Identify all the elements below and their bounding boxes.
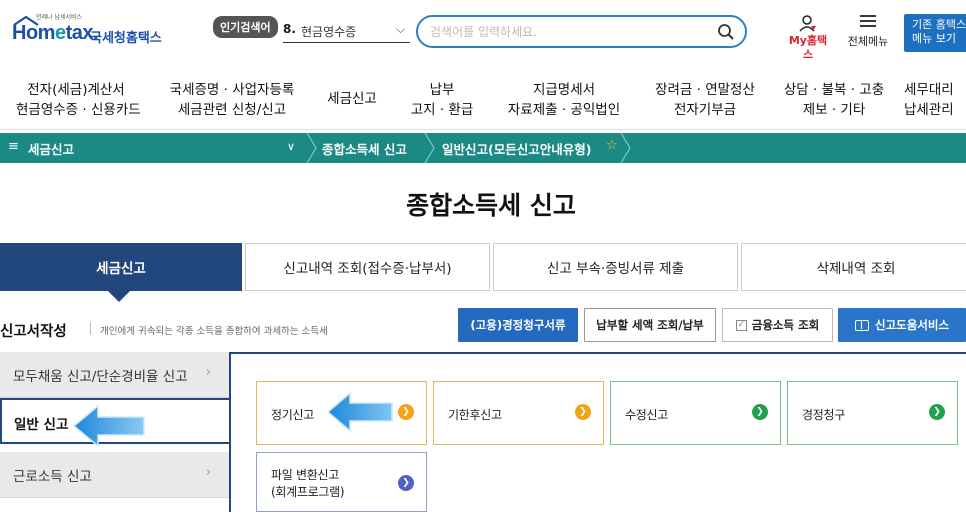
nav-label: 상담 · 불복 · 고충 xyxy=(783,82,885,98)
card-label: 정기신고 xyxy=(271,408,314,422)
section-description: 개인에게 귀속되는 각종 소득을 종합하여 과세하는 소득세 xyxy=(100,326,328,337)
nav-certificates[interactable]: 국세증명 · 사업자등록 세금관련 신청/신고 xyxy=(167,80,297,120)
popular-search-underline xyxy=(283,42,410,43)
nav-incentive[interactable]: 장려금 · 연말정산 전자기부금 xyxy=(646,80,764,120)
breadcrumb-separator-icon xyxy=(424,133,435,163)
popular-search-rank: 8. xyxy=(283,22,296,36)
main-nav: 전자(세금)계산서 현금영수증 · 신용카드 국세증명 · 사업자등록 세금관련… xyxy=(0,72,966,130)
late-filing-card[interactable]: 기한후신고 ❯ xyxy=(433,381,604,445)
old-menu-line2: 메뉴 보기 xyxy=(912,32,956,45)
breadcrumb-root[interactable]: 세금신고 xyxy=(28,139,74,158)
chevron-right-icon: › xyxy=(205,465,211,480)
card-label-line2: (회계프로그램) xyxy=(271,485,345,499)
favorite-star-icon[interactable]: ☆ xyxy=(606,138,618,153)
nav-sublabel: 납세관리 xyxy=(904,102,954,118)
search-box xyxy=(416,15,747,48)
hamburger-menu-icon xyxy=(860,15,876,27)
tab-deleted-history[interactable]: 삭제내역 조회 xyxy=(741,243,966,291)
nav-e-invoice[interactable]: 전자(세금)계산서 현금영수증 · 신용카드 xyxy=(16,80,141,120)
nav-sublabel: 현금영수증 · 신용카드 xyxy=(16,102,141,118)
tab-tax-filing[interactable]: 세금신고 xyxy=(0,243,242,291)
card-label: 기한후신고 xyxy=(448,408,502,422)
arrow-right-icon: ❯ xyxy=(752,404,768,420)
search-input[interactable] xyxy=(430,23,700,41)
chevron-right-icon: › xyxy=(205,365,211,380)
card-label-line1: 파일 변환신고 xyxy=(271,468,339,482)
popular-search-term[interactable]: 현금영수증 xyxy=(301,23,356,40)
header: 언제나 납세서비스 Hometax. 국세청홈택스 인기검색어 8. 현금영수증… xyxy=(0,0,966,66)
filing-help-label: 신고도움서비스 xyxy=(874,318,950,332)
side-item-prefilled[interactable]: 모두채움 신고/단순경비율 신고 › xyxy=(0,352,229,398)
nav-consulting[interactable]: 상담 · 불복 · 고충 제보 · 기타 xyxy=(780,80,888,120)
card-label: 수정신고 xyxy=(625,408,668,422)
hometax-logo[interactable]: 언제나 납세서비스 Hometax. 국세청홈택스 xyxy=(6,12,176,52)
side-item-label: 근로소득 신고 xyxy=(13,469,92,485)
nav-label: 납부 xyxy=(429,82,455,98)
tab-attachments[interactable]: 신고 부속·증빙서류 제출 xyxy=(493,243,738,291)
checkbox-icon: ✓ xyxy=(735,319,747,331)
tab-filing-history[interactable]: 신고내역 조회(접수증·납부서) xyxy=(245,243,490,291)
nav-sublabel: 세금관련 신청/신고 xyxy=(177,102,287,118)
callout-arrow-icon xyxy=(72,404,145,448)
active-tab-pointer xyxy=(108,291,130,302)
amended-filing-card[interactable]: 수정신고 ❯ xyxy=(610,381,781,445)
old-hometax-menu-button[interactable]: 기존 홈택스 메뉴 보기 xyxy=(904,14,966,52)
tab-bar: 세금신고 신고내역 조회(접수증·납부서) 신고 부속·증빙서류 제출 삭제내역… xyxy=(0,243,966,291)
nav-payment[interactable]: 납부 고지 · 환급 xyxy=(404,80,480,120)
breadcrumb-separator-icon xyxy=(306,133,317,163)
my-hometax-label: My홈택스 xyxy=(788,34,828,61)
refund-documents-button[interactable]: (고용)경정청구서류 xyxy=(458,308,578,342)
all-menu-button[interactable]: 전체메뉴 xyxy=(843,14,893,54)
breadcrumb-current: 일반신고(모든신고안내유형) xyxy=(442,142,592,157)
financial-income-label: 금융소득 조회 xyxy=(751,318,820,332)
page-title: 종합소득세 신고 xyxy=(406,191,576,220)
nav-label: 지급명세서 xyxy=(532,82,596,98)
tax-due-button[interactable]: 납부할 세액 조회/납부 xyxy=(584,308,716,342)
nav-sublabel: 고지 · 환급 xyxy=(410,102,474,118)
nav-label: 장려금 · 연말정산 xyxy=(655,82,755,98)
nav-tax-agent[interactable]: 세무대리 납세관리 xyxy=(904,80,966,120)
financial-income-button[interactable]: ✓ 금융소득 조회 xyxy=(722,308,833,342)
nav-sublabel: 자료제출 · 공익법인 xyxy=(507,102,621,118)
nav-sublabel: 제보 · 기타 xyxy=(802,102,866,118)
file-conversion-card[interactable]: 파일 변환신고 (회계프로그램) ❯ xyxy=(256,452,427,512)
nav-payment-statement[interactable]: 지급명세서 자료제출 · 공익법인 xyxy=(505,80,623,120)
my-hometax-button[interactable]: My홈택스 xyxy=(785,14,831,64)
filing-help-button[interactable]: 신고도움서비스 xyxy=(838,308,966,342)
breadcrumb: ≡ 세금신고 ∨ 종합소득세 신고 일반신고(모든신고안내유형) ☆ xyxy=(0,133,966,163)
breadcrumb-mid[interactable]: 종합소득세 신고 xyxy=(322,139,407,158)
card-label: 경정청구 xyxy=(802,408,845,422)
nav-label: 국세증명 · 사업자등록 xyxy=(169,82,295,98)
nav-label: 세무대리 xyxy=(904,82,954,98)
logo-tagline: 언제나 납세서비스 xyxy=(36,14,83,21)
arrow-right-icon: ❯ xyxy=(398,404,414,420)
arrow-right-icon: ❯ xyxy=(575,404,591,420)
book-icon xyxy=(854,319,869,331)
nav-label: 세금신고 xyxy=(327,91,377,107)
correction-claim-card[interactable]: 경정청구 ❯ xyxy=(787,381,958,445)
chevron-down-icon[interactable]: ∨ xyxy=(287,140,295,153)
breadcrumb-separator-icon xyxy=(620,133,631,163)
arrow-right-icon: ❯ xyxy=(398,475,414,491)
all-menu-label: 전체메뉴 xyxy=(847,35,889,48)
search-icon[interactable] xyxy=(717,23,735,41)
popular-search-badge: 인기검색어 xyxy=(213,16,278,38)
chevron-down-icon[interactable]: ⌵ xyxy=(396,22,405,37)
nav-label: 전자(세금)계산서 xyxy=(27,82,125,98)
side-item-label: 모두채움 신고/단순경비율 신고 xyxy=(13,369,188,385)
user-icon xyxy=(799,15,816,32)
logo-korean-name: 국세청홈택스 xyxy=(90,31,162,46)
arrow-right-icon: ❯ xyxy=(929,404,945,420)
old-menu-line1: 기존 홈택스 xyxy=(912,18,966,31)
menu-icon[interactable]: ≡ xyxy=(8,139,19,154)
section-title: 신고서작성 xyxy=(0,324,67,340)
callout-arrow-icon xyxy=(326,391,393,433)
side-item-label: 일반 신고 xyxy=(14,417,69,433)
side-item-earned-income[interactable]: 근로소득 신고 › xyxy=(0,452,229,498)
section-divider xyxy=(90,322,91,335)
card-label: 파일 변환신고 (회계프로그램) xyxy=(271,467,345,501)
logo-wordmark: Hometax. xyxy=(12,22,99,44)
nav-sublabel: 전자기부금 xyxy=(673,102,737,118)
nav-tax-filing[interactable]: 세금신고 xyxy=(322,89,382,109)
